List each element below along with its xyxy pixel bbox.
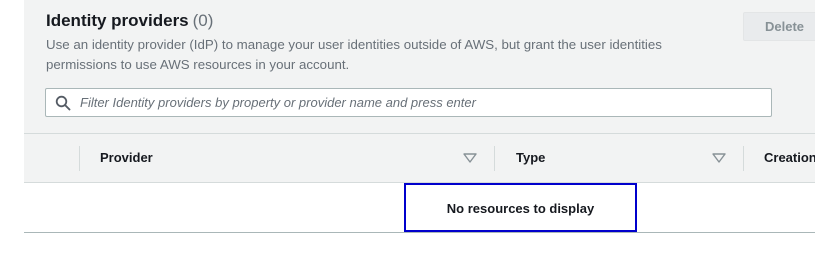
search-box[interactable] <box>45 88 772 117</box>
sort-down-icon[interactable] <box>712 153 726 163</box>
column-divider[interactable] <box>743 146 744 171</box>
empty-state-box: No resources to display <box>404 183 637 232</box>
page-title-text: Identity providers <box>46 11 189 30</box>
table-header-row: Provider Type Creation <box>24 133 815 183</box>
identity-providers-panel: Identity providers (0) Use an identity pr… <box>24 0 815 183</box>
column-header-type[interactable]: Type <box>516 150 545 165</box>
sort-down-icon[interactable] <box>463 153 477 163</box>
column-divider[interactable] <box>494 146 495 171</box>
page-title: Identity providers (0) <box>46 11 213 31</box>
search-input[interactable] <box>80 90 760 115</box>
search-icon <box>55 95 71 111</box>
column-divider <box>79 146 80 171</box>
table-empty-row: No resources to display <box>24 183 815 233</box>
empty-state-message: No resources to display <box>446 201 595 216</box>
column-header-provider[interactable]: Provider <box>100 150 153 165</box>
column-header-creation[interactable]: Creation <box>764 150 815 165</box>
provider-count: (0) <box>192 11 214 30</box>
delete-button[interactable]: Delete <box>743 12 815 41</box>
page-description: Use an identity provider (IdP) to manage… <box>46 37 662 72</box>
